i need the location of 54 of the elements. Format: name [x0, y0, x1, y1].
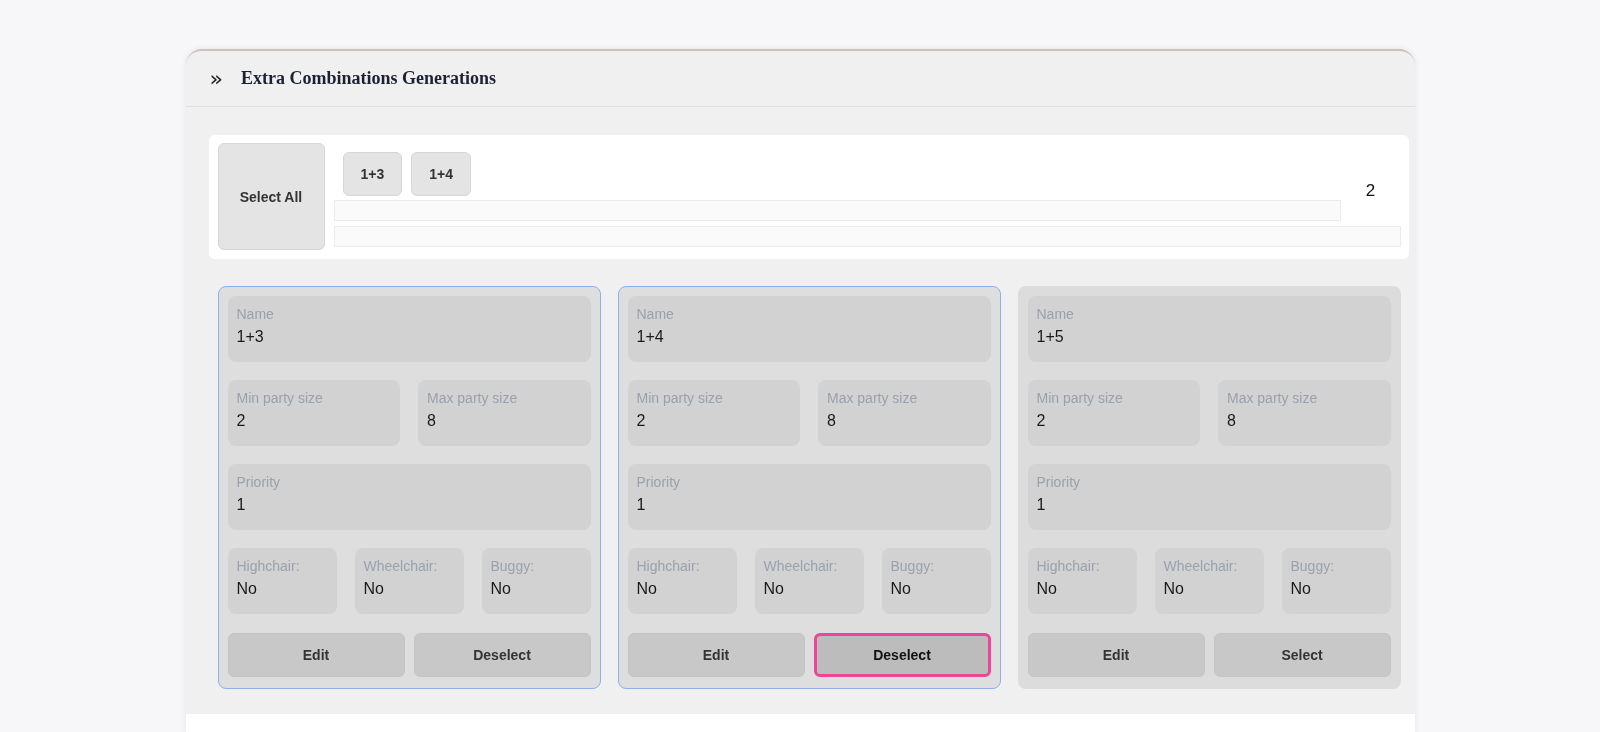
field-label: Max party size — [427, 390, 519, 406]
field-value: 1+5 — [1036, 328, 1065, 346]
field-value: 1 — [636, 496, 647, 514]
field-label: Highchair: — [236, 558, 301, 574]
field-label: Min party size — [1036, 390, 1124, 406]
expand-toggle[interactable]: » — [209, 67, 223, 90]
panel-title: Extra Combinations Generations — [240, 68, 496, 89]
field-label: Buggy: — [490, 558, 536, 574]
field-label: Priority — [1036, 474, 1082, 490]
field-value: 1 — [1036, 496, 1047, 514]
field-label: Name — [636, 306, 675, 322]
field-value: 1+4 — [636, 328, 665, 346]
combination-chip[interactable]: 1+4 — [411, 152, 471, 196]
field-label: Highchair: — [636, 558, 701, 574]
field-label: Min party size — [236, 390, 324, 406]
select-all-button[interactable]: Select All — [217, 143, 325, 250]
field-value: 1 — [236, 496, 247, 514]
field-label: Max party size — [827, 390, 919, 406]
field-label: Highchair: — [1036, 558, 1101, 574]
field-label: Name — [236, 306, 275, 322]
combination-chip[interactable]: 1+3 — [342, 152, 403, 196]
edit-button[interactable]: Edit — [1027, 633, 1205, 677]
field-label: Min party size — [636, 390, 724, 406]
field-value: No — [1290, 580, 1312, 598]
select-toggle-button[interactable]: Deselect — [813, 633, 991, 677]
field-label: Wheelchair: — [763, 558, 839, 574]
select-toggle-button[interactable]: Select — [1213, 633, 1391, 677]
field-value: No — [636, 580, 658, 598]
field-value: 1+3 — [236, 328, 265, 346]
field-label: Max party size — [1227, 390, 1319, 406]
field-label: Priority — [236, 474, 282, 490]
field-value: No — [236, 580, 258, 598]
field-value: 8 — [427, 412, 437, 430]
field-value: No — [363, 580, 385, 598]
field-value: 2 — [636, 412, 647, 430]
field-label: Priority — [636, 474, 682, 490]
edit-button[interactable]: Edit — [627, 633, 805, 677]
field-label: Wheelchair: — [363, 558, 439, 574]
field-label: Buggy: — [890, 558, 936, 574]
field-label: Buggy: — [1290, 558, 1336, 574]
field-value: 8 — [1227, 412, 1237, 430]
field-value: No — [763, 580, 785, 598]
field-label: Name — [1036, 306, 1075, 322]
field-value: No — [490, 580, 512, 598]
field-value: No — [1036, 580, 1058, 598]
edit-button[interactable]: Edit — [227, 633, 405, 677]
field-value: 2 — [236, 412, 247, 430]
field-label: Wheelchair: — [1163, 558, 1239, 574]
selected-count: 2 — [1364, 181, 1377, 201]
field-value: No — [1163, 580, 1185, 598]
field-value: 8 — [827, 412, 837, 430]
field-value: 2 — [1036, 412, 1047, 430]
select-toggle-button[interactable]: Deselect — [413, 633, 591, 677]
field-value: No — [890, 580, 912, 598]
